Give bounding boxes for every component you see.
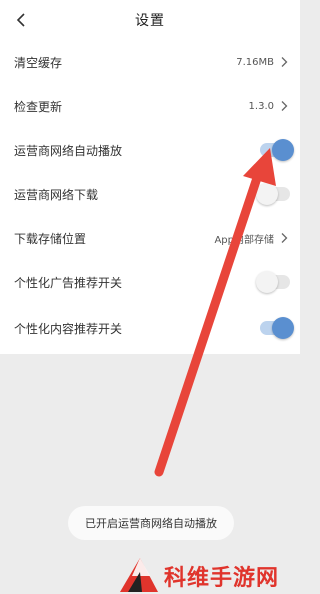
setting-value: 1.3.0 [248, 100, 274, 112]
setting-row-personalized-content: 个性化内容推荐开关 [0, 306, 300, 350]
page-title: 设置 [135, 13, 165, 29]
setting-label: 个性化内容推荐开关 [14, 321, 123, 336]
personalized-ads-toggle[interactable] [256, 271, 290, 293]
setting-value: 7.16MB [236, 56, 274, 68]
setting-row-cellular-download: 运营商网络下载 [0, 172, 300, 216]
setting-label: 检查更新 [14, 99, 63, 114]
toast-message: 已开启运营商网络自动播放 [68, 506, 234, 540]
setting-right: 1.3.0 [249, 100, 290, 112]
personalized-content-toggle[interactable] [260, 317, 294, 339]
toggle-knob [272, 139, 294, 161]
download-toggle[interactable] [256, 183, 290, 205]
setting-label: 运营商网络自动播放 [14, 143, 123, 158]
chevron-right-icon [281, 57, 288, 67]
setting-value: App内部存储 [214, 234, 274, 246]
watermark-text: 科维手游网 [164, 566, 280, 591]
setting-row-check-update[interactable]: 检查更新 1.3.0 [0, 84, 300, 128]
toggle-knob [256, 183, 278, 205]
watermark: 科维手游网 [118, 554, 300, 594]
chevron-right-icon [281, 233, 288, 243]
settings-list: 清空缓存 7.16MB 检查更新 1.3.0 运营商网络自动播放 运营商网络下载 [0, 40, 300, 354]
setting-label: 个性化广告推荐开关 [14, 275, 123, 290]
setting-right: 7.16MB [236, 56, 290, 68]
setting-label: 下载存储位置 [14, 231, 87, 246]
header-bar: 设置 [0, 0, 300, 40]
setting-row-cellular-autoplay: 运营商网络自动播放 [0, 128, 300, 172]
autoplay-toggle[interactable] [260, 139, 294, 161]
setting-row-clear-cache[interactable]: 清空缓存 7.16MB [0, 40, 300, 84]
setting-right: App内部存储 [214, 231, 290, 246]
toggle-knob [272, 317, 294, 339]
settings-screen: 设置 清空缓存 7.16MB 检查更新 1.3.0 运营商网络自动播放 运营商网… [0, 0, 300, 594]
watermark-logo-icon [120, 558, 158, 592]
chevron-right-icon [281, 101, 288, 111]
setting-label: 运营商网络下载 [14, 187, 99, 202]
toggle-knob [256, 271, 278, 293]
setting-row-storage-location[interactable]: 下载存储位置 App内部存储 [0, 216, 300, 260]
setting-row-personalized-ads: 个性化广告推荐开关 [0, 260, 300, 304]
setting-label: 清空缓存 [14, 55, 63, 70]
